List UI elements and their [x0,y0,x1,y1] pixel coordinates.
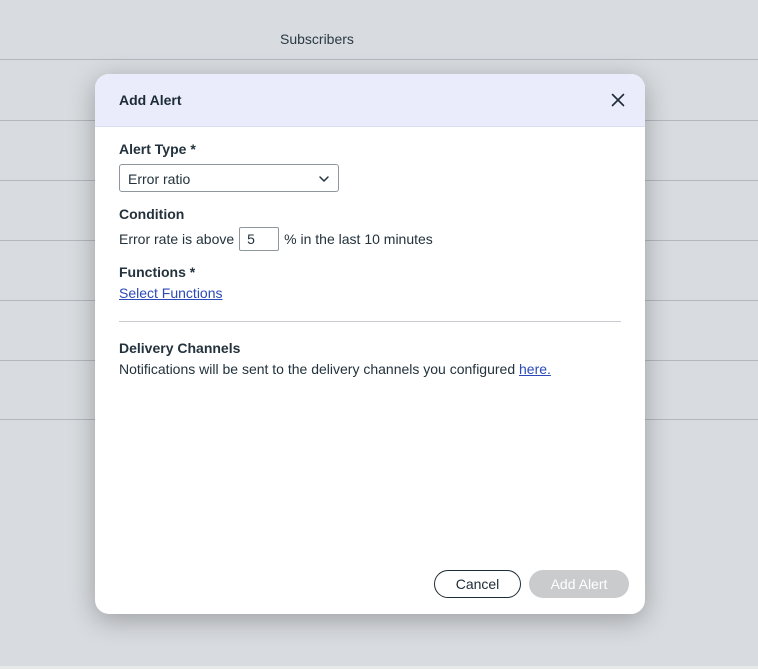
close-icon [611,93,625,107]
condition-label: Condition [119,206,185,222]
select-functions-link[interactable]: Select Functions [119,285,223,301]
delivery-channels-description: Notifications will be sent to the delive… [119,361,516,377]
delivery-channels-text: Notifications will be sent to the delive… [119,361,551,377]
condition-prefix: Error rate is above [119,231,235,247]
alert-type-select[interactable]: Error ratio [119,164,339,192]
cancel-button[interactable]: Cancel [434,570,521,598]
section-divider [119,321,621,322]
dialog-title: Add Alert [119,92,182,108]
subscribers-column-header: Subscribers [280,31,354,47]
alert-type-label: Alert Type * [119,141,196,157]
add-alert-button[interactable]: Add Alert [529,570,629,598]
close-button[interactable] [609,91,627,109]
chevron-down-icon [319,176,329,182]
error-rate-threshold-input[interactable] [239,227,280,251]
delivery-channels-here-link[interactable]: here. [519,361,551,377]
condition-suffix: % in the last 10 minutes [284,231,433,247]
dialog-header: Add Alert [95,74,645,127]
add-alert-dialog: Add Alert Alert Type * Error ratio Condi… [95,74,645,614]
delivery-channels-label: Delivery Channels [119,340,241,356]
table-row-divider [0,59,758,60]
condition-row: Error rate is above % in the last 10 min… [119,227,433,251]
alert-type-selected-value: Error ratio [128,171,191,187]
functions-label: Functions * [119,264,196,280]
